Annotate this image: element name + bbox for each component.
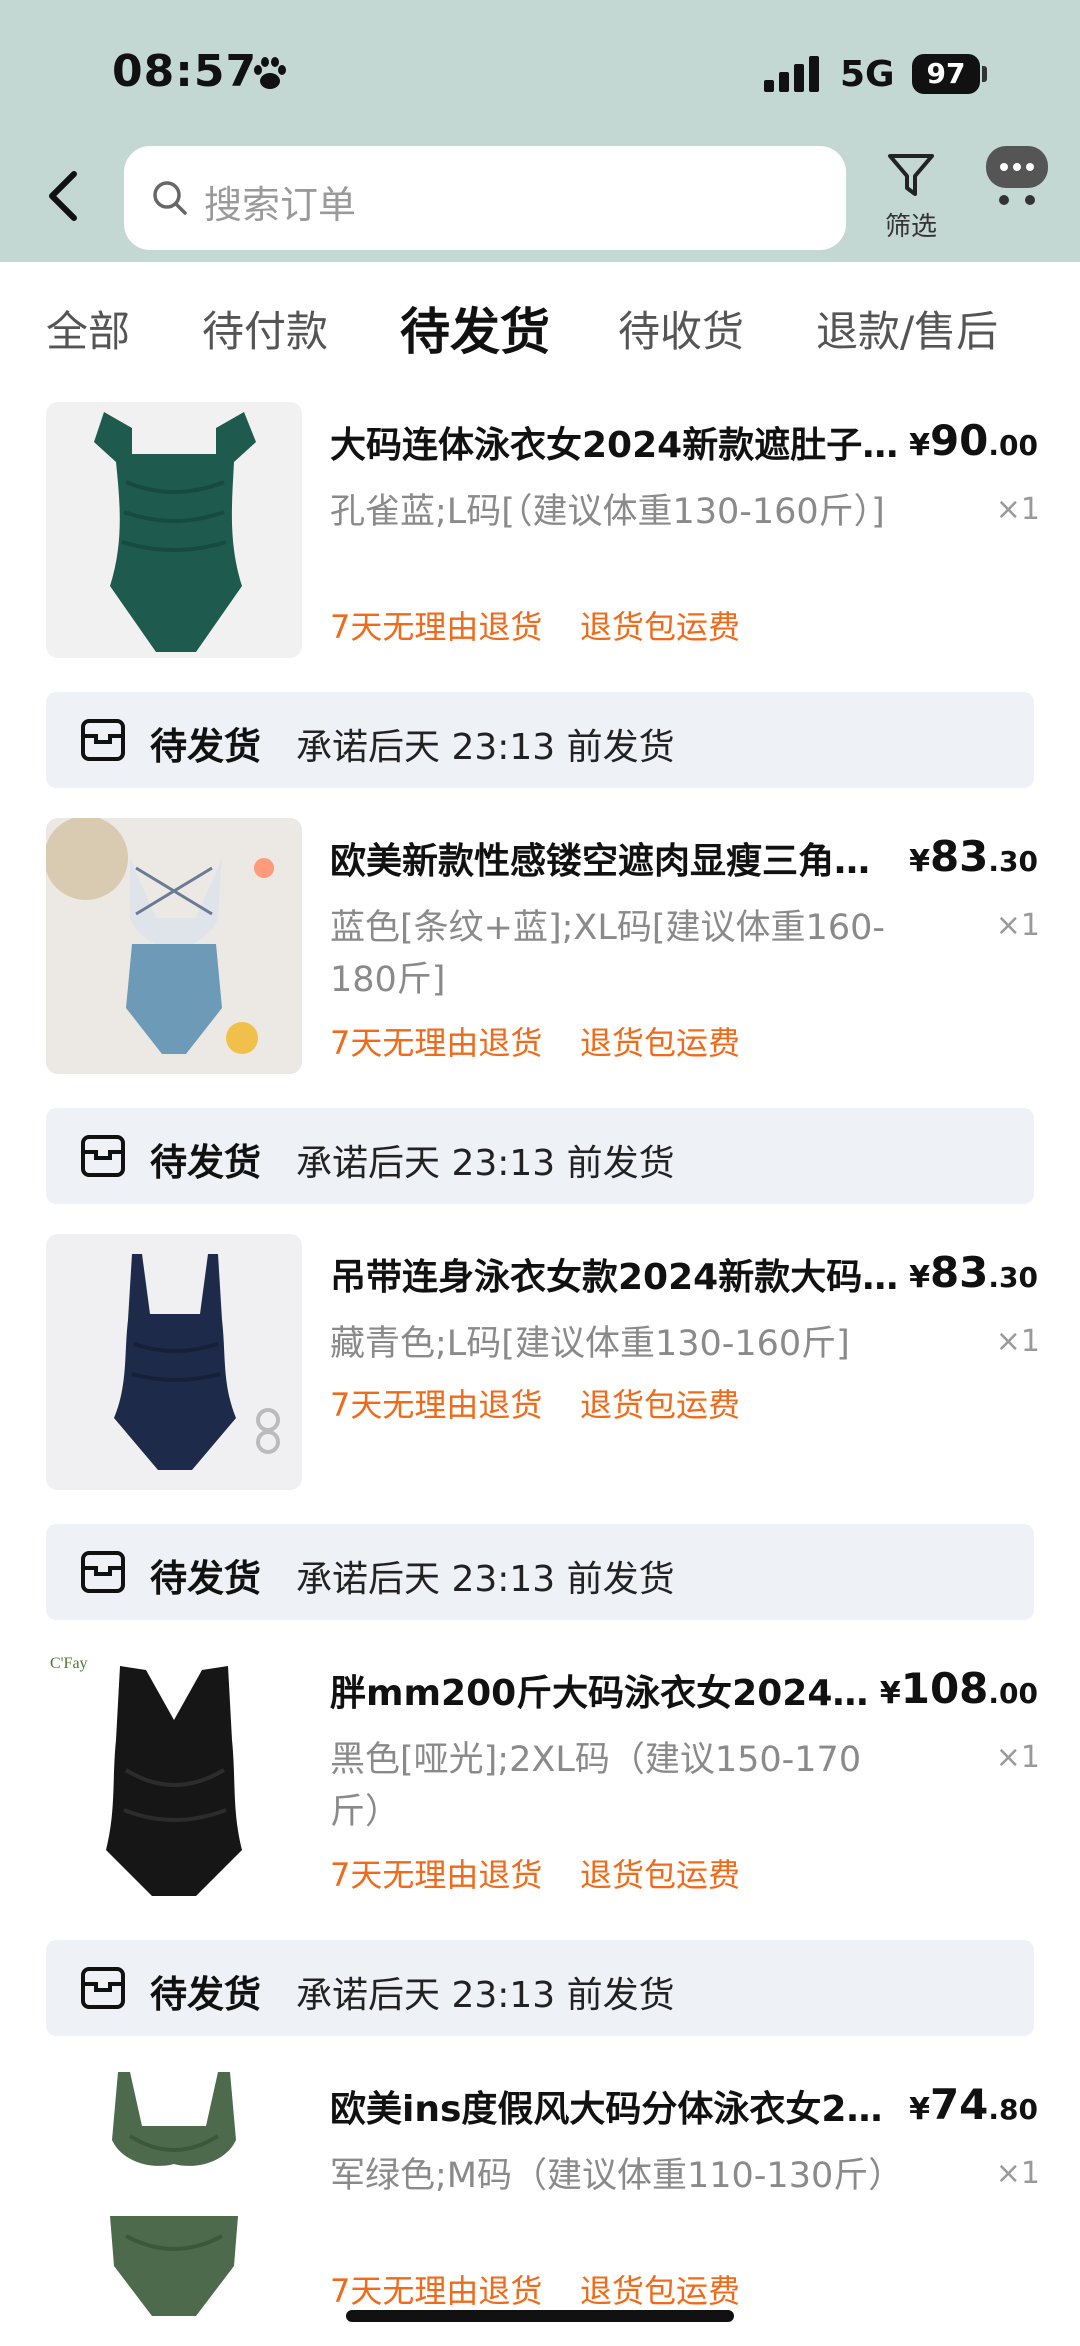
- tab-pending-payment[interactable]: 待付款: [202, 298, 328, 359]
- product-spec: 军绿色;M码（建议体重110-130斤）: [330, 2156, 904, 2196]
- product-spec: 黑色[哑光];2XL码（建议150-170斤）: [330, 1740, 862, 1832]
- battery-tip: [982, 66, 987, 82]
- search-input[interactable]: 搜索订单: [124, 146, 846, 250]
- product-thumbnail[interactable]: [46, 2066, 302, 2322]
- package-icon: [81, 1551, 125, 1593]
- quantity: ×1: [995, 2156, 1040, 2191]
- back-arrow-icon[interactable]: [38, 166, 88, 226]
- product-title: 欧美ins度假风大码分体泳衣女2024新款: [330, 2089, 900, 2130]
- status-time: 08:57: [112, 46, 258, 97]
- price: ¥83.30: [909, 1248, 1038, 1297]
- signal-icon: [764, 56, 819, 92]
- tag-free-return-shipping: 退货包运费: [580, 1386, 741, 1424]
- ship-status: 待发货: [150, 1141, 261, 1184]
- paw-icon: [254, 57, 286, 89]
- tag-free-return-shipping: 退货包运费: [580, 1856, 741, 1894]
- search-icon: [153, 181, 187, 215]
- tag-7day-return: 7天无理由退货: [330, 608, 543, 646]
- product-title: 大码连体泳衣女2024新款遮肚子显瘦保守: [330, 425, 900, 466]
- product-spec: 孔雀蓝;L码[（建议体重130-160斤）]: [330, 492, 885, 532]
- order-item[interactable]: 大码连体泳衣女2024新款遮肚子显瘦保守 ¥90.00 孔雀蓝;L码[（建议体重…: [0, 402, 1080, 682]
- shipping-status-bar[interactable]: 待发货 承诺后天 23:13 前发货: [46, 692, 1034, 788]
- order-item[interactable]: C'Fay 胖mm200斤大码泳衣女2024新款连体 ¥108.00 黑色[哑光…: [0, 1650, 1080, 1930]
- ship-promise: 承诺后天 23:13 前发货: [296, 1143, 675, 1184]
- product-thumbnail[interactable]: [46, 402, 302, 658]
- more-chat-icon[interactable]: [982, 140, 1052, 210]
- product-spec: 蓝色[条纹+蓝];XL码[建议体重160-180斤]: [330, 908, 885, 1000]
- network-label: 5G: [840, 54, 895, 95]
- tag-free-return-shipping: 退货包运费: [580, 608, 741, 646]
- quantity: ×1: [995, 1324, 1040, 1359]
- price: ¥83.30: [909, 832, 1038, 881]
- tab-pending-receipt[interactable]: 待收货: [618, 298, 744, 359]
- search-placeholder: 搜索订单: [204, 183, 357, 227]
- product-spec: 藏青色;L码[建议体重130-160斤]: [330, 1324, 850, 1364]
- order-item[interactable]: 吊带连身泳衣女款2024新款大码显瘦遮肚 ¥83.30 藏青色;L码[建议体重1…: [0, 1234, 1080, 1514]
- order-tabs: 全部 待付款 待发货 待收货 退款/售后: [0, 262, 1080, 382]
- price: ¥108.00: [879, 1664, 1038, 1713]
- price: ¥74.80: [909, 2080, 1038, 2129]
- shipping-status-bar[interactable]: 待发货 承诺后天 23:13 前发货: [46, 1524, 1034, 1620]
- quantity: ×1: [995, 908, 1040, 943]
- tab-pending-shipment[interactable]: 待发货: [400, 292, 550, 364]
- product-title: 欧美新款性感镂空遮肉显瘦三角连体泳衣: [330, 841, 900, 882]
- brand-logo: C'Fay: [50, 1655, 88, 1672]
- product-thumbnail[interactable]: C'Fay: [46, 1650, 302, 1906]
- package-icon: [81, 719, 125, 761]
- shipping-status-bar[interactable]: 待发货 承诺后天 23:13 前发货: [46, 1108, 1034, 1204]
- tag-7day-return: 7天无理由退货: [330, 1386, 543, 1424]
- ship-promise: 承诺后天 23:13 前发货: [296, 1559, 675, 1600]
- product-title: 吊带连身泳衣女款2024新款大码显瘦遮肚: [330, 1257, 900, 1298]
- ship-status: 待发货: [150, 725, 261, 768]
- tab-refund-aftersale[interactable]: 退款/售后: [816, 298, 998, 359]
- tag-free-return-shipping: 退货包运费: [580, 2272, 741, 2310]
- package-icon: [81, 1135, 125, 1177]
- status-bar: 08:57 5G 97: [0, 0, 1080, 140]
- ship-promise: 承诺后天 23:13 前发货: [296, 727, 675, 768]
- home-indicator[interactable]: [346, 2310, 734, 2322]
- tag-free-return-shipping: 退货包运费: [580, 1024, 741, 1062]
- filter-icon: [888, 154, 934, 196]
- order-item[interactable]: 欧美ins度假风大码分体泳衣女2024新款 ¥74.80 军绿色;M码（建议体重…: [0, 2066, 1080, 2346]
- header: 08:57 5G 97 搜索订单 筛选: [0, 0, 1080, 262]
- tag-7day-return: 7天无理由退货: [330, 1856, 543, 1894]
- ship-status: 待发货: [150, 1973, 261, 2016]
- tag-7day-return: 7天无理由退货: [330, 2272, 543, 2310]
- product-thumbnail[interactable]: [46, 1234, 302, 1490]
- battery-icon: 97: [912, 54, 980, 94]
- product-title: 胖mm200斤大码泳衣女2024新款连体: [330, 1673, 900, 1714]
- tab-all[interactable]: 全部: [46, 298, 130, 359]
- shipping-status-bar[interactable]: 待发货 承诺后天 23:13 前发货: [46, 1940, 1034, 2036]
- filter-label: 筛选: [884, 212, 937, 242]
- tag-7day-return: 7天无理由退货: [330, 1024, 543, 1062]
- quantity: ×1: [995, 1740, 1040, 1775]
- order-item[interactable]: 欧美新款性感镂空遮肉显瘦三角连体泳衣 ¥83.30 蓝色[条纹+蓝];XL码[建…: [0, 818, 1080, 1098]
- filter-button[interactable]: 筛选: [876, 148, 946, 252]
- ship-status: 待发货: [150, 1557, 261, 1600]
- package-icon: [81, 1967, 125, 2009]
- quantity: ×1: [995, 492, 1040, 527]
- ship-promise: 承诺后天 23:13 前发货: [296, 1975, 675, 2016]
- price: ¥90.00: [909, 416, 1038, 465]
- product-thumbnail[interactable]: [46, 818, 302, 1074]
